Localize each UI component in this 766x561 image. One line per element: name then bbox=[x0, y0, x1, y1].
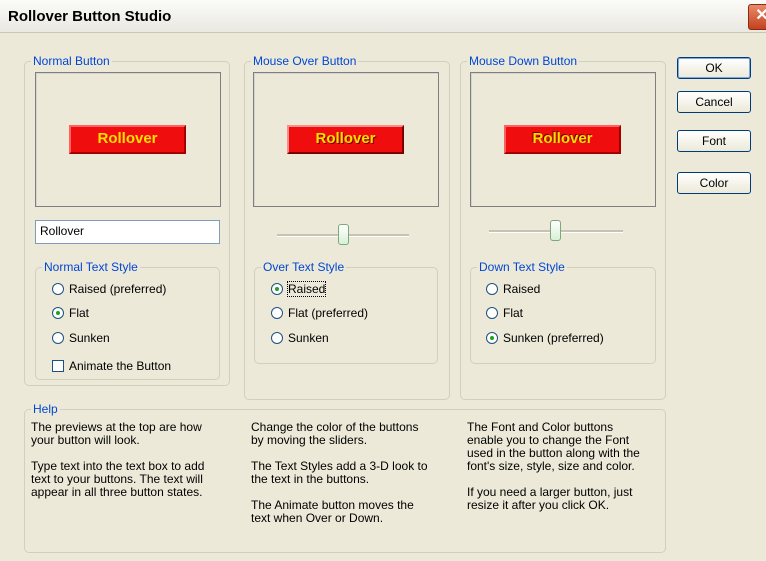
font-button[interactable]: Font bbox=[677, 130, 751, 152]
animate-option[interactable]: Animate the Button bbox=[52, 359, 171, 373]
title-bar[interactable]: Rollover Button Studio ✕ bbox=[0, 0, 766, 33]
normal-sunken-label: Sunken bbox=[69, 331, 110, 345]
help-text-previews: The previews at the top are how your but… bbox=[31, 420, 205, 499]
normal-raised-option[interactable]: Raised (preferred) bbox=[52, 282, 166, 296]
mouse-down-group-label: Mouse Down Button bbox=[469, 54, 578, 68]
down-raised-option[interactable]: Raised bbox=[486, 282, 540, 296]
over-sunken-radio[interactable] bbox=[271, 332, 283, 344]
down-flat-label: Flat bbox=[503, 306, 524, 320]
down-color-slider[interactable] bbox=[489, 220, 623, 242]
down-flat-option[interactable]: Flat bbox=[486, 306, 523, 320]
button-text-input[interactable]: Rollover bbox=[35, 220, 220, 244]
window-title: Rollover Button Studio bbox=[8, 8, 172, 25]
over-raised-option[interactable]: Raised bbox=[271, 281, 327, 297]
down-sunken-option[interactable]: Sunken (preferred) bbox=[486, 331, 604, 345]
down-flat-radio[interactable] bbox=[486, 307, 498, 319]
normal-sunken-radio[interactable] bbox=[52, 332, 64, 344]
help-text-sliders: Change the color of the buttons by movin… bbox=[251, 420, 428, 525]
over-button-preview: Rollover bbox=[253, 72, 439, 207]
color-button[interactable]: Color bbox=[677, 172, 751, 194]
down-raised-radio[interactable] bbox=[486, 283, 498, 295]
down-sunken-label: Sunken (preferred) bbox=[503, 331, 604, 345]
down-sunken-radio[interactable] bbox=[486, 332, 498, 344]
over-sunken-option[interactable]: Sunken bbox=[271, 331, 329, 345]
normal-text-style-label: Normal Text Style bbox=[44, 260, 138, 274]
normal-button-group-label: Normal Button bbox=[33, 54, 110, 68]
down-button-preview: Rollover bbox=[470, 72, 656, 207]
dialog-window: Rollover Button Studio ✕ Normal Button R… bbox=[0, 0, 766, 561]
ok-button[interactable]: OK bbox=[677, 57, 751, 79]
down-text-style-label: Down Text Style bbox=[479, 260, 565, 274]
over-sunken-label: Sunken bbox=[288, 331, 329, 345]
over-flat-radio[interactable] bbox=[271, 307, 283, 319]
help-text-font-color: The Font and Color buttons enable you to… bbox=[467, 420, 640, 512]
over-raised-label: Raised bbox=[286, 281, 327, 297]
down-slider-thumb[interactable] bbox=[550, 220, 561, 241]
help-group-label: Help bbox=[33, 402, 58, 416]
over-flat-option[interactable]: Flat (preferred) bbox=[271, 306, 368, 320]
animate-checkbox[interactable] bbox=[52, 360, 64, 372]
over-color-slider[interactable] bbox=[277, 224, 409, 246]
cancel-button[interactable]: Cancel bbox=[677, 91, 751, 113]
normal-sunken-option[interactable]: Sunken bbox=[52, 331, 110, 345]
normal-button-preview: Rollover bbox=[35, 72, 221, 207]
over-rollover-preview-button: Rollover bbox=[287, 125, 404, 154]
down-raised-label: Raised bbox=[503, 282, 541, 296]
normal-rollover-preview-button: Rollover bbox=[69, 125, 186, 154]
over-slider-thumb[interactable] bbox=[338, 224, 349, 245]
normal-raised-label: Raised (preferred) bbox=[69, 282, 167, 296]
down-rollover-preview-button: Rollover bbox=[504, 125, 621, 154]
close-button[interactable]: ✕ bbox=[748, 4, 766, 30]
over-text-style-label: Over Text Style bbox=[263, 260, 345, 274]
normal-flat-radio[interactable] bbox=[52, 307, 64, 319]
animate-label: Animate the Button bbox=[69, 359, 172, 373]
close-icon: ✕ bbox=[755, 7, 766, 24]
over-raised-radio[interactable] bbox=[271, 283, 283, 295]
normal-flat-label: Flat bbox=[69, 306, 90, 320]
normal-flat-option[interactable]: Flat bbox=[52, 306, 89, 320]
mouse-over-group-label: Mouse Over Button bbox=[253, 54, 357, 68]
over-flat-label: Flat (preferred) bbox=[288, 306, 369, 320]
normal-raised-radio[interactable] bbox=[52, 283, 64, 295]
